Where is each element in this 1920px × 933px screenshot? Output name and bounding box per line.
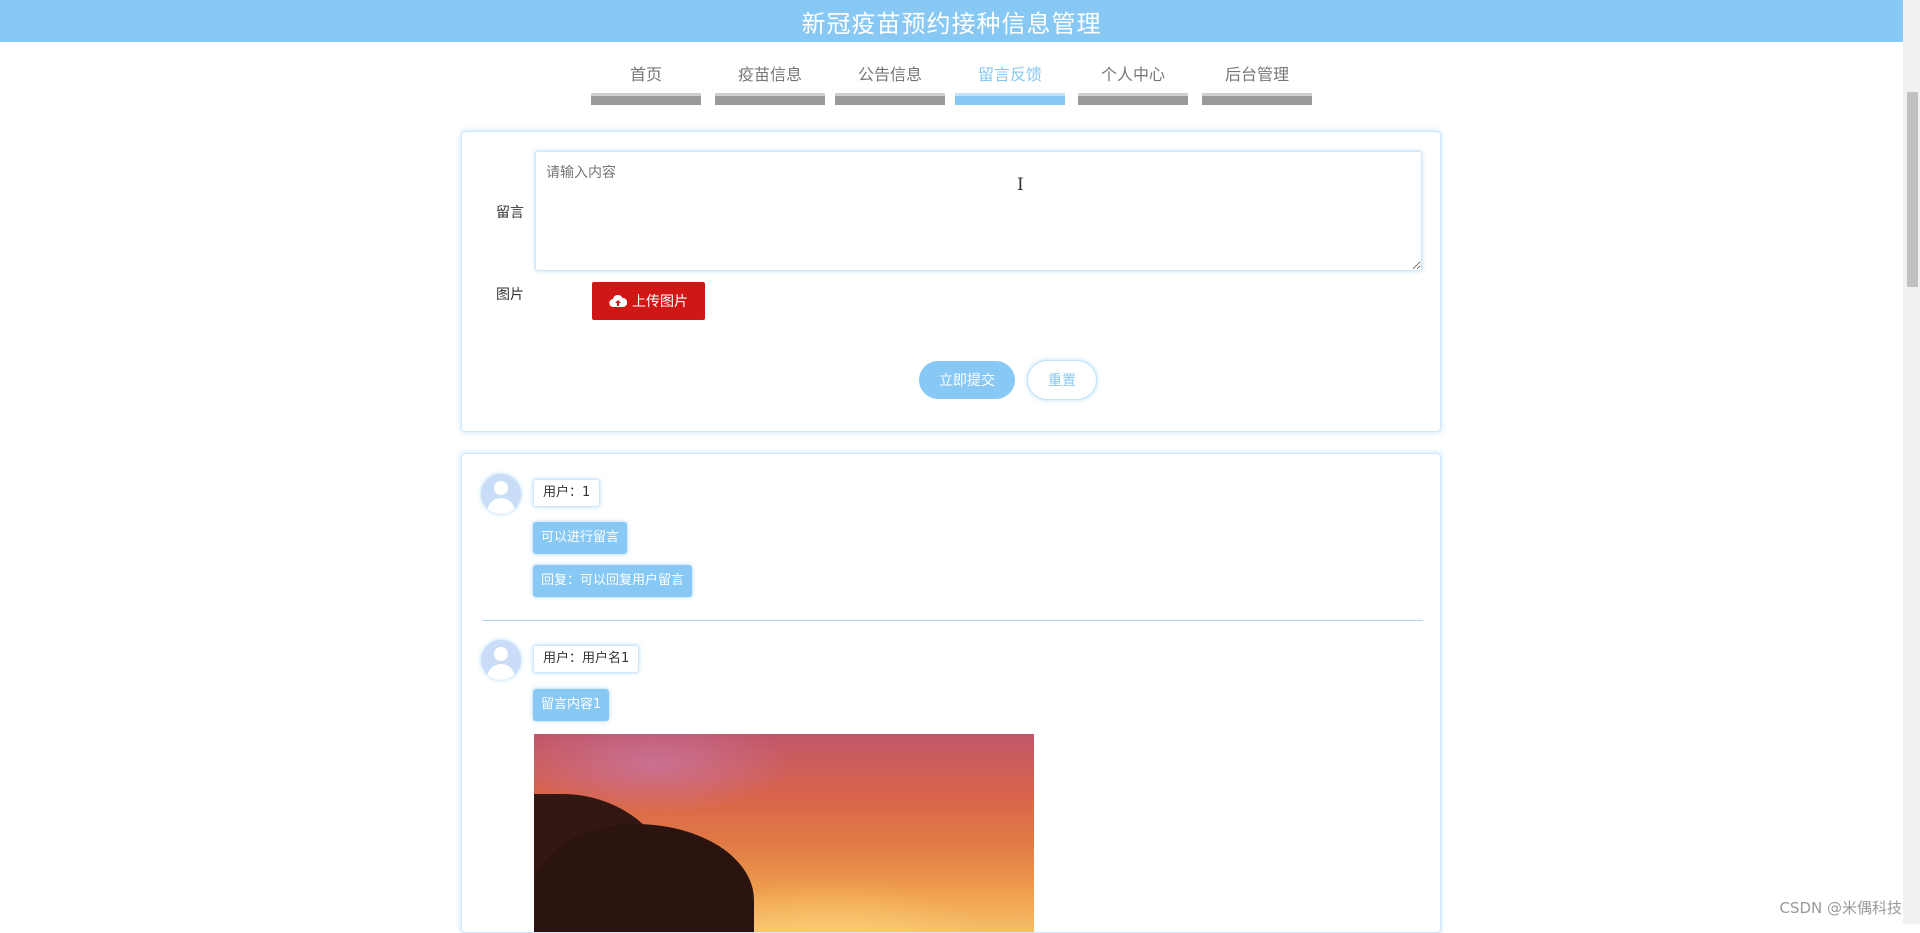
nav-label: 后台管理 [1224, 65, 1289, 84]
nav-label: 公告信息 [857, 65, 922, 84]
image-label: 图片 [496, 287, 524, 303]
avatar-icon [481, 640, 521, 680]
text-cursor-icon: I [1017, 175, 1024, 195]
avatar-icon [481, 474, 521, 514]
nav-item-announcements[interactable]: 公告信息 [835, 62, 945, 105]
page-scrollbar[interactable] [1903, 0, 1920, 924]
main-nav: 首页 疫苗信息 公告信息 留言反馈 个人中心 后台管理 [0, 62, 1903, 106]
submit-button[interactable]: 立即提交 [919, 361, 1015, 399]
nav-item-home[interactable]: 首页 [591, 62, 701, 105]
watermark: CSDN @米偶科技 [1779, 899, 1902, 917]
message-user: 用户：1 [533, 479, 601, 507]
message-divider [483, 620, 1423, 621]
message-content: 留言内容1 [533, 689, 610, 721]
message-user: 用户：用户名1 [533, 645, 640, 673]
message-textarea[interactable] [535, 151, 1422, 271]
message-reply: 回复：可以回复用户留言 [533, 565, 693, 597]
upload-image-button[interactable]: 上传图片 [592, 282, 705, 320]
nav-underline [591, 93, 701, 105]
nav-label: 首页 [629, 65, 662, 84]
app-title: 新冠疫苗预约接种信息管理 [801, 9, 1102, 38]
nav-underline [835, 93, 945, 105]
app-header: 新冠疫苗预约接种信息管理 [0, 0, 1903, 42]
reset-button[interactable]: 重置 [1027, 360, 1097, 400]
nav-underline [1202, 93, 1312, 105]
message-image [534, 734, 1034, 932]
nav-item-feedback[interactable]: 留言反馈 [955, 62, 1065, 105]
message-list: 用户：1 可以进行留言 回复：可以回复用户留言 用户：用户名1 留言内容1 [461, 453, 1441, 933]
nav-underline [715, 93, 825, 105]
message-content: 可以进行留言 [533, 522, 628, 554]
cloud-upload-icon [609, 294, 627, 308]
message-label: 留言 [496, 205, 524, 221]
nav-item-vaccine-info[interactable]: 疫苗信息 [715, 62, 825, 105]
nav-label: 留言反馈 [977, 65, 1042, 84]
nav-item-admin[interactable]: 后台管理 [1202, 62, 1312, 105]
upload-button-label: 上传图片 [632, 294, 688, 310]
feedback-form: 留言 图片 上传图片 立即提交 重置 [461, 131, 1441, 432]
scrollbar-thumb[interactable] [1907, 92, 1918, 287]
nav-label: 个人中心 [1100, 65, 1165, 84]
nav-underline [955, 93, 1065, 105]
nav-label: 疫苗信息 [737, 65, 802, 84]
nav-item-profile[interactable]: 个人中心 [1078, 62, 1188, 105]
nav-underline [1078, 93, 1188, 105]
